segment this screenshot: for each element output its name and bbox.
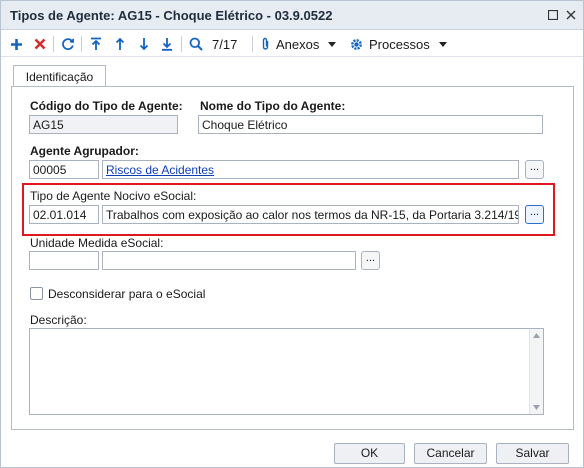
agrupador-code-field[interactable]: 00005 [29,160,99,179]
previous-record-icon[interactable] [110,33,130,55]
nome-label: Nome do Tipo do Agente: [200,99,346,113]
toolbar-separator [53,36,54,52]
close-icon[interactable] [562,6,580,24]
gear-icon [350,38,363,51]
unidade-label: Unidade Medida eSocial: [30,236,164,250]
caret-down-icon [438,41,447,47]
esocial-label: Tipo de Agente Nocivo eSocial: [30,189,197,203]
codigo-field[interactable]: AG15 [29,115,178,134]
esocial-code-field[interactable]: 02.01.014 [29,205,99,224]
toolbar-separator [81,36,82,52]
scroll-up-icon [533,333,540,338]
agrupador-link[interactable]: Riscos de Acidentes [106,163,214,177]
add-icon[interactable] [6,33,26,55]
search-icon[interactable] [186,33,206,55]
anexos-label: Anexos [276,36,320,52]
dialog-window: Tipos de Agente: AG15 - Choque Elétrico … [0,0,584,468]
caret-down-icon [328,41,337,47]
maximize-icon[interactable] [544,6,562,24]
desconsiderar-checkbox[interactable] [30,287,43,300]
desconsiderar-label[interactable]: Desconsiderar para o eSocial [48,287,205,301]
descricao-scrollbar[interactable] [529,329,543,414]
toolbar: 7/17 Anexos Processos [1,31,583,57]
toolbar-separator [181,36,182,52]
agrupador-label: Agente Agrupador: [30,144,139,158]
ok-button[interactable]: OK [334,443,405,464]
next-record-icon[interactable] [134,33,154,55]
descricao-text [30,329,543,335]
descricao-label: Descrição: [30,313,87,327]
cancelar-button[interactable]: Cancelar [414,443,487,464]
delete-icon[interactable] [30,33,50,55]
toolbar-separator [252,36,253,52]
nome-field[interactable]: Choque Elétrico [198,115,543,134]
record-position: 7/17 [212,36,238,52]
tab-identificacao[interactable]: Identificação [13,65,106,86]
agrupador-lookup-button[interactable]: ... [525,160,544,179]
unidade-code-field[interactable] [29,251,99,270]
esocial-lookup-button[interactable]: ... [525,205,544,224]
last-record-icon[interactable] [157,33,177,55]
descricao-textarea[interactable] [29,328,544,415]
title-bar[interactable]: Tipos de Agente: AG15 - Choque Elétrico … [1,1,583,30]
anexos-menu-button[interactable]: Anexos [261,33,337,55]
refresh-icon[interactable] [58,33,78,55]
salvar-button[interactable]: Salvar [496,443,569,464]
processos-menu-button[interactable]: Processos [350,33,447,55]
processos-label: Processos [369,36,430,52]
paperclip-icon [261,37,270,51]
agrupador-name-field[interactable]: Riscos de Acidentes [102,160,519,179]
codigo-label: Código do Tipo de Agente: [30,99,183,113]
unidade-lookup-button[interactable]: ... [361,251,380,270]
unidade-desc-field[interactable] [102,251,356,270]
window-title: Tipos de Agente: AG15 - Choque Elétrico … [10,8,333,23]
scroll-down-icon [533,405,540,410]
first-record-icon[interactable] [86,33,106,55]
esocial-desc-field[interactable]: Trabalhos com exposição ao calor nos ter… [102,205,519,224]
